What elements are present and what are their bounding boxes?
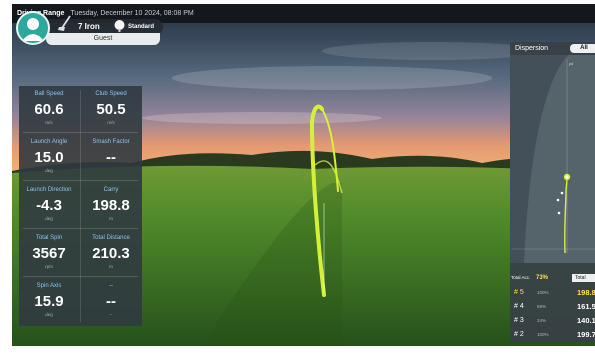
row-divider: [23, 228, 138, 229]
axis-unit: yd: [569, 61, 573, 66]
stat-unit: m/s: [45, 120, 53, 125]
stat-value: 198.8: [92, 197, 130, 214]
cloud: [142, 112, 382, 124]
row-divider: [23, 180, 138, 181]
ball-type[interactable]: Standard: [128, 20, 154, 34]
shot-percent: 69%: [537, 304, 547, 309]
shot-distance: 140.1: [577, 316, 595, 325]
stat-carry: Carry 198.8 m: [81, 182, 141, 228]
shot-number: # 3: [514, 317, 524, 324]
accuracy-label: Total Acc.: [511, 275, 531, 280]
stat-value: 15.0: [34, 149, 64, 166]
stat-unit: deg: [45, 168, 53, 173]
dispersion-chart: yd: [510, 55, 595, 263]
stat-launch-direction: Launch Direction -4.3 deg: [19, 182, 79, 228]
stat-unit: rpm: [45, 264, 53, 269]
stat-label: Launch Direction: [26, 187, 72, 193]
shot-percent: 24%: [537, 318, 547, 323]
row-divider: [23, 132, 138, 133]
cloud: [172, 66, 492, 90]
stat-label: --: [109, 283, 113, 289]
stat-label: Ball Speed: [34, 91, 64, 97]
list-item[interactable]: # 3 24% 140.1: [510, 314, 595, 327]
shot-distance: 199.7: [577, 330, 595, 339]
stat-value: 210.3: [92, 245, 130, 262]
list-item[interactable]: # 2 100% 199.7: [510, 328, 595, 341]
club-name[interactable]: 7 Iron: [78, 20, 100, 34]
stat-label: Spin Axis: [36, 283, 62, 289]
stat-value: 3567: [32, 245, 66, 262]
stat-value: 60.6: [34, 101, 64, 118]
dispersion-panel: Dispersion All yd Total Acc. 73% Total #…: [510, 42, 595, 342]
shot-marker-2[interactable]: [565, 175, 569, 179]
stat-empty: -- -- --: [81, 278, 141, 324]
stat-unit: deg: [45, 312, 53, 317]
stat-unit: deg: [45, 216, 53, 221]
stat-value: -4.3: [36, 197, 62, 214]
dispersion-title: Dispersion: [515, 45, 549, 52]
total-column-header: Total: [572, 274, 595, 282]
dispersion-filter-button[interactable]: All: [570, 44, 595, 53]
stat-unit: m/s: [107, 120, 115, 125]
app: Driving Range Tuesday, December 10 2024,…: [0, 0, 595, 354]
stat-label: Carry: [103, 187, 119, 193]
simulator-screen: Driving Range Tuesday, December 10 2024,…: [12, 4, 595, 346]
accuracy-row: Total Acc. 73% Total: [510, 273, 595, 283]
shot-marker-4[interactable]: [560, 191, 564, 195]
stat-spin-axis: Spin Axis 15.9 deg: [19, 278, 79, 324]
stat-club-speed: Club Speed 50.5 m/s: [81, 86, 141, 132]
shot-distance: 198.8: [577, 288, 595, 297]
dispersion-header: Dispersion All: [510, 42, 595, 55]
shot-number: # 2: [514, 331, 524, 338]
stat-ball-speed: Ball Speed 60.6 m/s: [19, 86, 79, 132]
stat-label: Launch Angle: [30, 139, 68, 145]
shot-number: # 4: [514, 303, 524, 310]
stat-unit: m: [109, 216, 113, 221]
shot-percent: 100%: [537, 332, 549, 337]
golf-ball-icon: [113, 19, 126, 32]
accuracy-value: 73%: [536, 275, 549, 281]
stat-label: Total Spin: [35, 235, 63, 241]
person-icon[interactable]: [16, 11, 50, 45]
stat-label: Club Speed: [95, 91, 127, 97]
player-card: Guest 7 Iron Standard: [16, 11, 163, 49]
stat-launch-angle: Launch Angle 15.0 deg: [19, 134, 79, 180]
stat-value: --: [106, 293, 116, 310]
shot-stats-panel: Ball Speed 60.6 m/s Club Speed 50.5 m/s Laun…: [19, 86, 142, 326]
shot-distance: 161.5: [577, 302, 595, 311]
dispersion-plot: yd: [510, 55, 595, 263]
stat-total-spin: Total Spin 3567 rpm: [19, 230, 79, 276]
dispersion-fan-right: [580, 55, 595, 263]
stat-value: 50.5: [96, 101, 126, 118]
shot-marker[interactable]: [557, 211, 561, 215]
golf-club-icon: [56, 14, 74, 32]
stat-smash-factor: Smash Factor --: [81, 134, 141, 180]
stat-unit: --: [109, 312, 113, 317]
stat-total-distance: Total Distance 210.3 m: [81, 230, 141, 276]
cloud: [322, 42, 542, 60]
list-item[interactable]: # 4 69% 161.5: [510, 300, 595, 313]
list-item[interactable]: # 5 100% 198.8: [510, 286, 595, 299]
shot-number: # 5: [514, 289, 524, 296]
stat-unit: m: [109, 264, 113, 269]
player-name: Guest: [46, 33, 160, 45]
stat-label: Smash Factor: [92, 139, 130, 145]
stat-value: --: [106, 149, 116, 166]
stat-value: 15.9: [34, 293, 64, 310]
row-divider: [23, 276, 138, 277]
stat-label: Total Distance: [92, 235, 130, 241]
shot-marker-3[interactable]: [556, 198, 560, 202]
shot-percent: 100%: [537, 290, 549, 295]
shot-list: # 5 100% 198.8 # 4 69% 161.5 # 3 24% 140.1 # 2…: [510, 286, 595, 342]
